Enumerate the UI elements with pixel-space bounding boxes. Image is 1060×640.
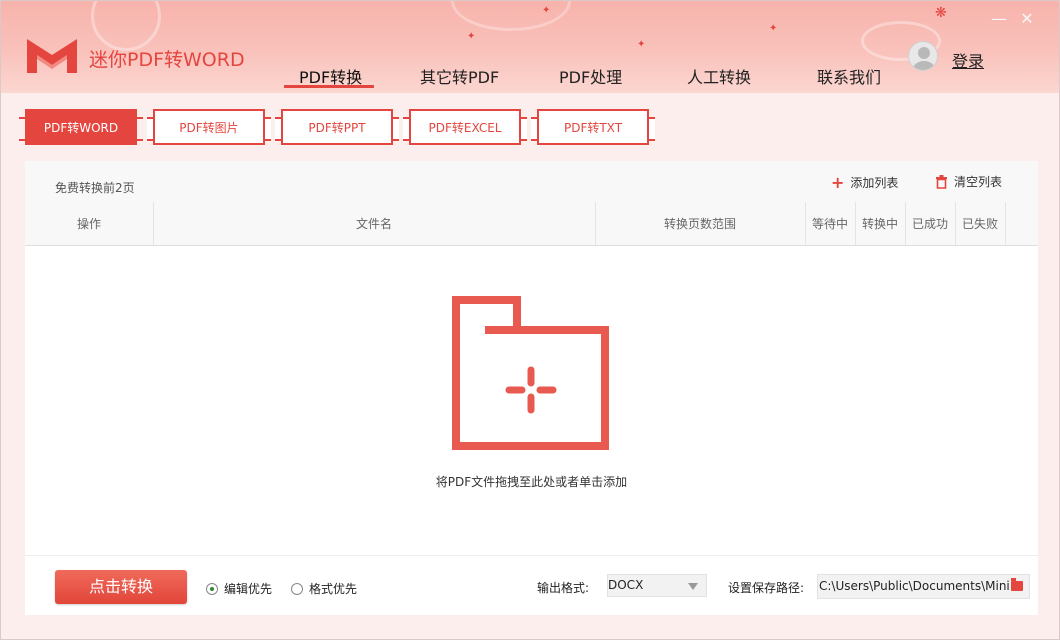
column-header: 转换中 (861, 217, 898, 231)
plus-icon: + (831, 173, 845, 192)
column-header: 已失败 (961, 217, 998, 231)
folder-icon[interactable] (1011, 578, 1023, 591)
radio-format-priority[interactable]: 格式优先 (291, 580, 357, 597)
app-title: 迷你PDF转WORD (89, 49, 245, 71)
column-header: 已成功 (911, 217, 948, 231)
decoration-star: ✦ (467, 31, 476, 42)
nav-pdf-process[interactable]: PDF处理 (559, 64, 622, 88)
radio-label: 编辑优先 (224, 582, 273, 596)
app-logo (27, 39, 77, 73)
drop-zone[interactable]: 将PDF文件拖拽至此处或者单击添加 (25, 247, 1038, 555)
radio-dot-selected (206, 582, 218, 595)
column-header: 文件名 (355, 217, 392, 231)
clear-list-button[interactable]: 清空列表 (935, 173, 1002, 190)
free-note: 免费转换前2页 (55, 181, 135, 195)
panel-toolbar: 免费转换前2页 + 添加列表 清空列表 (25, 161, 1038, 202)
title-bar: ✦ ✦ ✦ ✦ ❋ 迷你PDF转WORD PDF转换 其它转PDF PDF处理 … (1, 1, 1059, 93)
nav-contact[interactable]: 联系我们 (817, 64, 881, 88)
subtab-pdf-to-excel[interactable]: PDF转EXCEL (403, 109, 527, 145)
subtab-pdf-to-word[interactable]: PDF转WORD (19, 109, 143, 145)
subtab-pdf-to-txt[interactable]: PDF转TXT (531, 109, 655, 145)
dropdown-arrow-icon (688, 583, 698, 590)
output-format-label: 输出格式: (537, 581, 590, 595)
decoration-flower: ❋ (935, 5, 947, 21)
add-list-label: 添加列表 (850, 176, 899, 190)
subtab-pdf-to-ppt[interactable]: PDF转PPT (275, 109, 399, 145)
radio-label: 格式优先 (309, 582, 358, 596)
minimize-icon[interactable]: — (989, 9, 1009, 29)
login-link[interactable]: 登录 (952, 48, 984, 72)
decoration-star: ✦ (637, 39, 646, 50)
close-icon[interactable]: ✕ (1017, 9, 1037, 29)
avatar-icon[interactable] (908, 41, 938, 71)
output-format-value: DOCX (608, 578, 644, 592)
column-header: 等待中 (811, 217, 848, 231)
save-path-value: C:\Users\Public\Documents\Mini (819, 579, 1010, 593)
decoration-cloud (451, 1, 571, 31)
clear-list-label: 清空列表 (954, 175, 1003, 189)
radio-edit-priority[interactable]: 编辑优先 (206, 580, 272, 597)
nav-manual-convert[interactable]: 人工转换 (687, 64, 751, 88)
decoration-star: ✦ (542, 5, 551, 16)
drop-hint: 将PDF文件拖拽至此处或者单击添加 (435, 475, 628, 489)
save-path-label: 设置保存路径: (728, 581, 805, 595)
nav-active-indicator (284, 85, 374, 88)
decoration-cloud (91, 1, 161, 51)
convert-button[interactable]: 点击转换 (55, 570, 187, 604)
radio-dot (291, 582, 303, 595)
column-divider (1005, 202, 1006, 246)
add-list-button[interactable]: + 添加列表 (831, 173, 898, 192)
app-window: ✦ ✦ ✦ ✦ ❋ 迷你PDF转WORD PDF转换 其它转PDF PDF处理 … (0, 0, 1060, 640)
column-header: 操作 (76, 217, 101, 231)
table-header: 操作 文件名 转换页数范围 等待中 转换中 已成功 已失败 (25, 202, 1038, 246)
file-list-panel: 免费转换前2页 + 添加列表 清空列表 操作 文件名 转换页数范围 等待中 转换… (25, 161, 1038, 555)
save-path-field[interactable]: C:\Users\Public\Documents\Mini (817, 574, 1030, 599)
trash-icon (936, 174, 947, 189)
folder-add-icon (452, 296, 609, 450)
nav-other-to-pdf[interactable]: 其它转PDF (420, 64, 499, 88)
bottom-bar: 点击转换 编辑优先 格式优先 输出格式: DOCX 设置保存路径: C:\Use… (25, 555, 1038, 615)
column-header: 转换页数范围 (663, 217, 736, 231)
decoration-star: ✦ (769, 23, 778, 34)
output-format-select[interactable]: DOCX (607, 574, 707, 597)
subtab-pdf-to-image[interactable]: PDF转图片 (147, 109, 271, 145)
